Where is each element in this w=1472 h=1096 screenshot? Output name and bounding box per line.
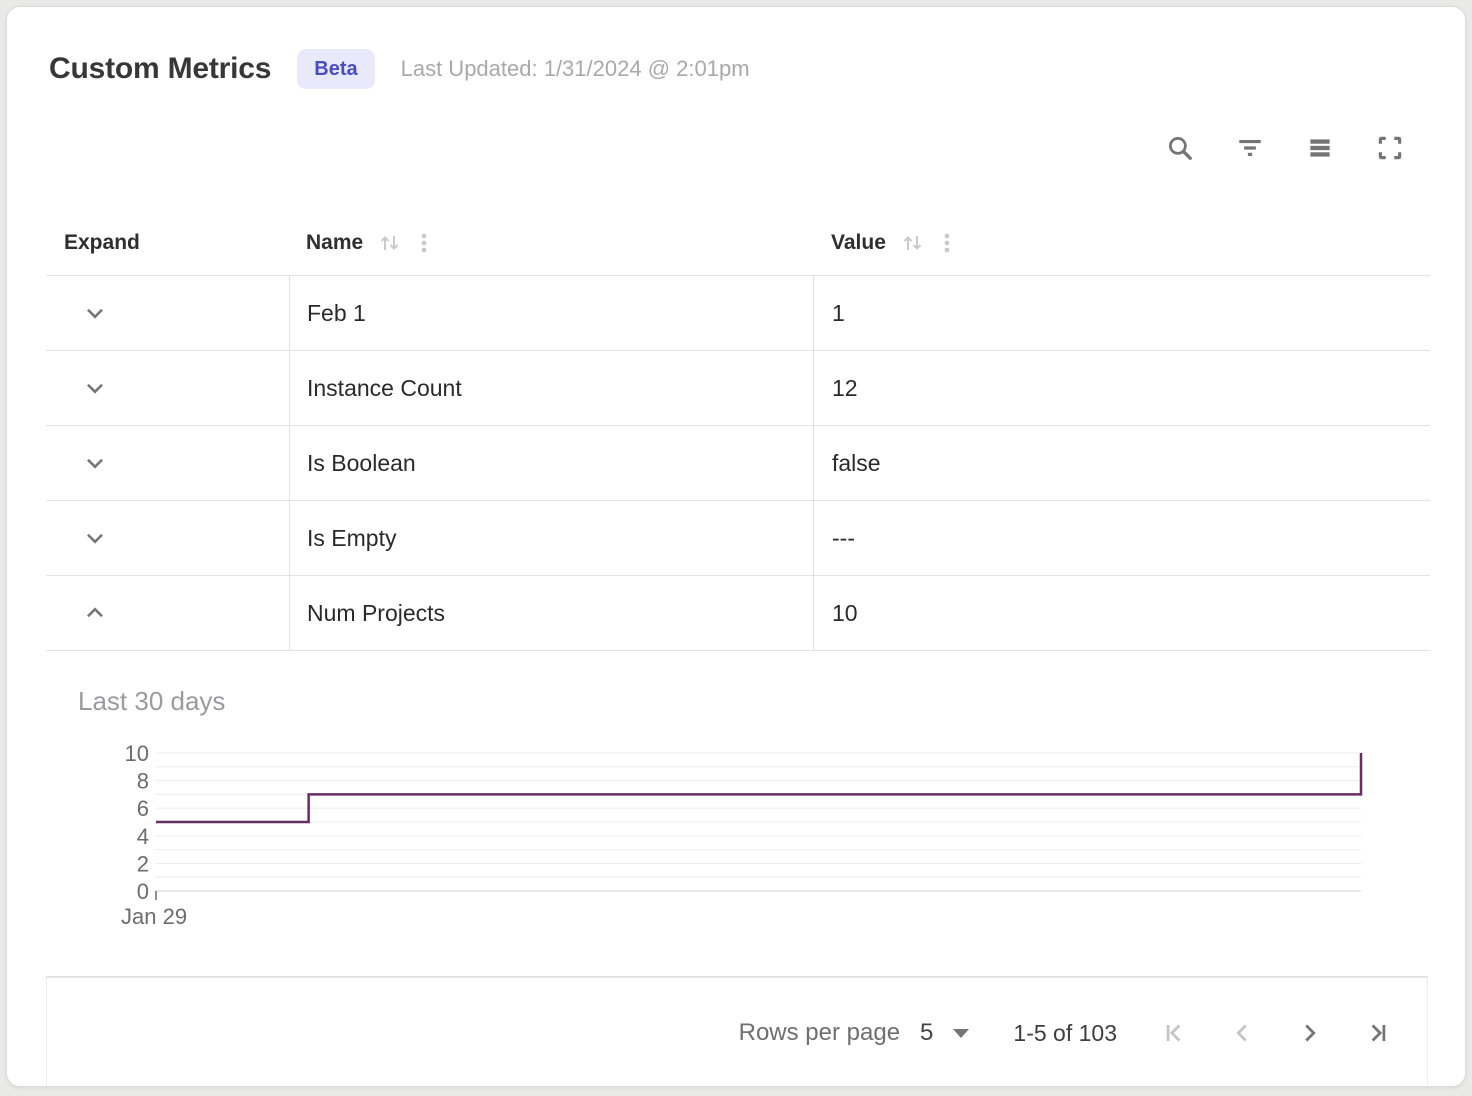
table-header-row: Expand Name Value [46, 211, 1430, 275]
rows-per-page-select[interactable]: 5 [920, 1019, 969, 1047]
page-range-label: 1-5 of 103 [1013, 1020, 1117, 1047]
column-header-name[interactable]: Name [289, 230, 813, 256]
density-icon [1305, 133, 1335, 163]
next-page-button[interactable] [1295, 1018, 1325, 1048]
first-page-icon [1159, 1018, 1189, 1048]
last-page-button[interactable] [1363, 1018, 1393, 1048]
chart-title: Last 30 days [78, 686, 225, 717]
density-button[interactable] [1305, 133, 1335, 163]
chevron-right-icon [1295, 1018, 1325, 1048]
table-toolbar [1165, 133, 1405, 163]
cell-value: false [813, 426, 1430, 500]
table-row: Is Boolean false [46, 425, 1430, 500]
cell-name: Is Empty [289, 501, 813, 575]
rows-per-page-label: Rows per page [739, 1019, 900, 1047]
table-row: Num Projects 10 [46, 575, 1430, 651]
num-projects-step-chart: 0 24 68 10 Jan 29 [46, 737, 1430, 952]
first-page-button[interactable] [1159, 1018, 1189, 1048]
sort-arrows-icon[interactable] [377, 230, 403, 256]
custom-metrics-card: Custom Metrics Beta Last Updated: 1/31/2… [6, 6, 1466, 1087]
last-updated-text: Last Updated: 1/31/2024 @ 2:01pm [401, 56, 750, 82]
cell-expand [46, 576, 289, 650]
filter-button[interactable] [1235, 133, 1265, 163]
chevron-down-icon [82, 375, 108, 401]
filter-icon [1235, 133, 1265, 163]
caret-down-icon [953, 1029, 969, 1038]
column-menu-icon[interactable] [936, 230, 958, 256]
svg-text:0: 0 [137, 879, 149, 904]
cell-expand [46, 276, 289, 350]
svg-text:8: 8 [137, 769, 149, 794]
table-row: Is Empty --- [46, 500, 1430, 575]
cell-name: Instance Count [289, 351, 813, 425]
sort-arrows-icon[interactable] [900, 230, 926, 256]
svg-text:Jan 29: Jan 29 [121, 904, 187, 929]
chevron-down-icon [82, 525, 108, 551]
column-label: Name [306, 231, 363, 255]
svg-text:2: 2 [137, 851, 149, 876]
cell-name: Num Projects [289, 576, 813, 650]
search-button[interactable] [1165, 133, 1195, 163]
page-header: Custom Metrics Beta Last Updated: 1/31/2… [49, 49, 750, 89]
chevron-left-icon [1227, 1018, 1257, 1048]
search-icon [1165, 133, 1195, 163]
table-body: Feb 1 1 Instance Count 12 [46, 275, 1430, 651]
expand-row-button[interactable] [82, 450, 108, 476]
cell-value: 10 [813, 576, 1430, 650]
pager [1159, 1018, 1393, 1048]
collapse-row-button[interactable] [82, 600, 108, 626]
rows-per-page-value: 5 [920, 1019, 933, 1047]
expand-row-button[interactable] [82, 525, 108, 551]
table-row: Feb 1 1 [46, 275, 1430, 350]
page-title: Custom Metrics [49, 52, 271, 86]
cell-expand [46, 426, 289, 500]
expand-row-button[interactable] [82, 300, 108, 326]
beta-badge: Beta [297, 49, 374, 89]
column-header-expand: Expand [46, 231, 289, 255]
column-header-value[interactable]: Value [813, 230, 1430, 256]
column-label: Value [831, 231, 886, 255]
fullscreen-button[interactable] [1375, 133, 1405, 163]
cell-name: Feb 1 [289, 276, 813, 350]
expand-row-button[interactable] [82, 375, 108, 401]
table-row: Instance Count 12 [46, 350, 1430, 425]
pagination-footer: Rows per page 5 1-5 of 103 [46, 976, 1428, 1087]
last-page-icon [1363, 1018, 1393, 1048]
metrics-table: Expand Name Value [46, 211, 1430, 651]
cell-value: --- [813, 501, 1430, 575]
column-menu-icon[interactable] [413, 230, 435, 256]
cell-value: 12 [813, 351, 1430, 425]
cell-value: 1 [813, 276, 1430, 350]
svg-text:6: 6 [137, 796, 149, 821]
cell-expand [46, 501, 289, 575]
fullscreen-icon [1375, 133, 1405, 163]
chevron-up-icon [82, 600, 108, 626]
column-label: Expand [64, 231, 140, 255]
cell-name: Is Boolean [289, 426, 813, 500]
chevron-down-icon [82, 300, 108, 326]
svg-text:4: 4 [137, 824, 149, 849]
chevron-down-icon [82, 450, 108, 476]
svg-text:10: 10 [125, 741, 149, 766]
cell-expand [46, 351, 289, 425]
previous-page-button[interactable] [1227, 1018, 1257, 1048]
